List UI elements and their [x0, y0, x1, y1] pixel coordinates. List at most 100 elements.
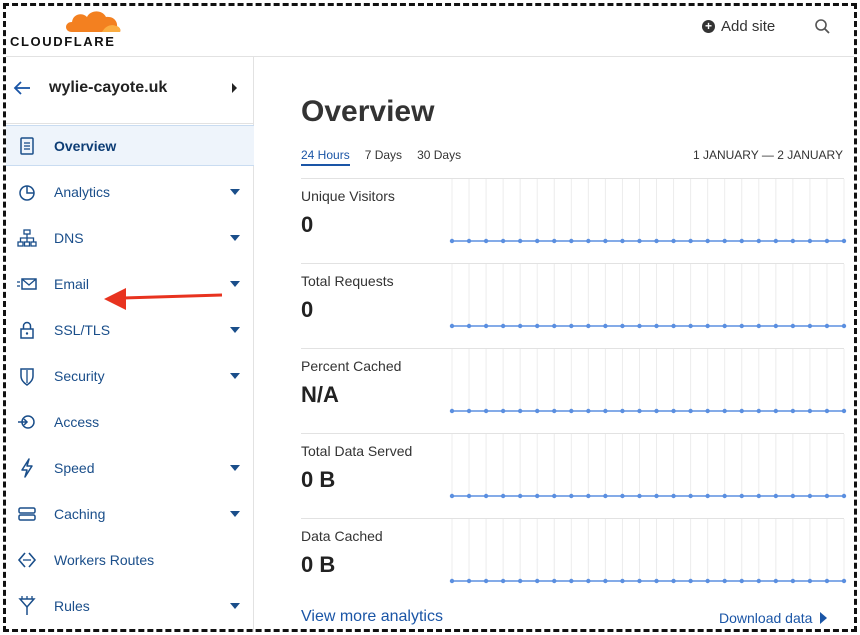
chevron-down-icon[interactable] — [230, 188, 240, 195]
sparkline-point — [756, 323, 761, 329]
sparkline-chart — [449, 264, 847, 329]
sidebar-item-overview[interactable]: Overview — [6, 125, 254, 166]
sparkline-point — [790, 578, 796, 584]
tab-24-hours[interactable]: 24 Hours — [301, 148, 350, 166]
sparkline-point — [500, 493, 506, 499]
sidebar-item-label: Speed — [54, 459, 95, 476]
sidebar-item-label: Workers Routes — [54, 551, 155, 568]
sparkline-point — [722, 323, 727, 329]
chevron-down-icon[interactable] — [230, 602, 240, 609]
sparkline-point — [824, 238, 830, 244]
sparkline-point — [756, 493, 761, 499]
sparkline-point — [841, 323, 847, 329]
add-site-button[interactable]: + Add site — [702, 18, 775, 35]
workers-icon — [16, 549, 38, 571]
chevron-down-icon[interactable] — [230, 280, 240, 287]
sparkline-point — [739, 408, 744, 414]
chevron-down-icon[interactable] — [230, 510, 240, 517]
sidebar-item-speed[interactable]: Speed — [6, 447, 254, 488]
metric-value: 0 — [301, 297, 314, 322]
sidebar: wylie-cayote.uk Overview Analytics DNS Emai… — [6, 57, 254, 632]
sidebar-item-label: Rules — [54, 597, 90, 614]
search-button[interactable] — [814, 18, 832, 36]
sparkline-point — [517, 493, 523, 499]
sparkline-point — [535, 493, 540, 499]
sparkline-point — [586, 408, 591, 414]
download-data-button[interactable]: Download data — [719, 610, 828, 626]
access-icon — [16, 411, 38, 433]
sparkline-point — [807, 408, 813, 414]
sidebar-item-label: Access — [54, 413, 100, 430]
sparkline-point — [449, 323, 455, 329]
sparkline-point — [824, 408, 830, 414]
view-more-analytics-link[interactable]: View more analytics — [301, 608, 443, 626]
sparkline-point — [688, 238, 693, 244]
sparkline-chart — [449, 434, 847, 499]
sparkline-point — [773, 493, 779, 499]
zone-selector: wylie-cayote.uk — [6, 57, 254, 124]
sparkline-point — [552, 408, 557, 414]
sparkline-point — [671, 493, 676, 499]
sparkline-point — [483, 578, 489, 584]
zone-caret-icon[interactable] — [232, 83, 237, 93]
zone-name: wylie-cayote.uk — [49, 79, 168, 96]
sidebar-item-label: Caching — [54, 505, 106, 522]
sparkline-point — [705, 408, 710, 414]
sparkline-point — [671, 578, 676, 584]
sparkline-point — [552, 493, 557, 499]
back-arrow-icon[interactable] — [12, 79, 32, 97]
sparkline-point — [705, 323, 710, 329]
metric-data-cached: Data Cached 0 B — [301, 518, 847, 603]
sidebar-item-email[interactable]: Email — [6, 263, 254, 304]
sparkline-point — [620, 408, 625, 414]
sidebar-item-label: Email — [54, 275, 90, 292]
sparkline-point — [483, 323, 489, 329]
sparkline-point — [654, 493, 659, 499]
sparkline-point — [466, 323, 472, 329]
sparkline-chart — [449, 349, 847, 414]
sidebar-item-rules[interactable]: Rules — [6, 585, 254, 626]
time-range-tabs: 24 Hours 7 Days 30 Days — [301, 148, 461, 166]
sparkline-point — [637, 323, 642, 329]
sidebar-item-label: Analytics — [54, 183, 111, 200]
sidebar-item-caching[interactable]: Caching — [6, 493, 254, 534]
chevron-down-icon[interactable] — [230, 234, 240, 241]
sidebar-item-analytics[interactable]: Analytics — [6, 171, 254, 212]
sidebar-item-access[interactable]: Access — [6, 401, 254, 442]
sidebar-item-security[interactable]: Security — [6, 355, 254, 396]
sparkline-point — [552, 578, 557, 584]
sparkline-point — [807, 323, 813, 329]
sparkline-point — [500, 238, 506, 244]
sparkline-point — [841, 578, 847, 584]
tab-7-days[interactable]: 7 Days — [365, 148, 402, 166]
tab-30-days[interactable]: 30 Days — [417, 148, 461, 166]
sparkline-point — [756, 238, 761, 244]
chevron-down-icon[interactable] — [230, 326, 240, 333]
sparkline-point — [517, 578, 523, 584]
sparkline-point — [790, 408, 796, 414]
sparkline-point — [671, 323, 676, 329]
sparkline-point — [807, 238, 813, 244]
sidebar-item-label: Overview — [54, 137, 117, 154]
sparkline-point — [569, 238, 574, 244]
sparkline-point — [466, 578, 472, 584]
sidebar-item-workers-routes[interactable]: Workers Routes — [6, 539, 254, 580]
sparkline-point — [705, 493, 710, 499]
sparkline-point — [654, 578, 659, 584]
sidebar-item-ssl-tls[interactable]: SSL/TLS — [6, 309, 254, 350]
sidebar-item-dns[interactable]: DNS — [6, 217, 254, 258]
sparkline-point — [705, 238, 710, 244]
sparkline-point — [841, 238, 847, 244]
chevron-down-icon[interactable] — [230, 464, 240, 471]
sparkline-point — [466, 238, 472, 244]
pie-chart-icon — [16, 181, 38, 203]
sparkline-point — [773, 238, 779, 244]
sparkline-point — [790, 323, 796, 329]
chevron-down-icon[interactable] — [230, 372, 240, 379]
metric-value: N/A — [301, 382, 339, 407]
metric-value: 0 — [301, 212, 314, 237]
sparkline-point — [637, 408, 642, 414]
sparkline-point — [466, 408, 472, 414]
sparkline-point — [722, 578, 727, 584]
cloudflare-logo[interactable]: CLOUDFLARE — [10, 8, 122, 50]
